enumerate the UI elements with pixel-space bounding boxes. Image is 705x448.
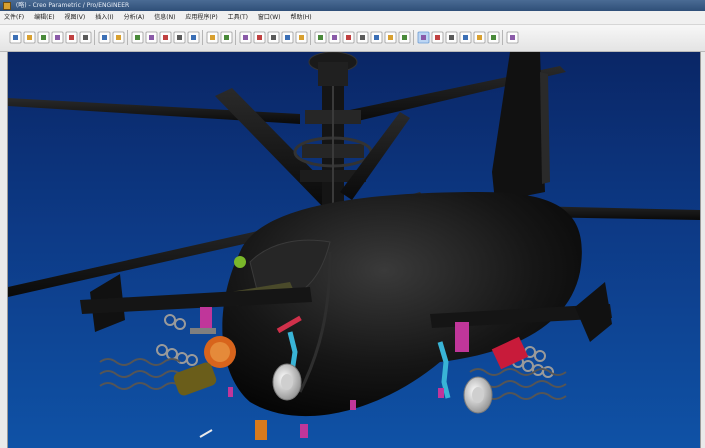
copy2-icon[interactable]: [159, 31, 172, 44]
datum-planes-icon[interactable]: [431, 31, 444, 44]
save-icon[interactable]: [37, 31, 50, 44]
mail-icon[interactable]: [65, 31, 78, 44]
menu-analysis[interactable]: 分析(A): [120, 11, 149, 24]
toolbar-icons: [9, 30, 519, 45]
copy-icon[interactable]: [79, 31, 92, 44]
wireframe-icon[interactable]: [398, 31, 411, 44]
help-icon[interactable]: [506, 31, 519, 44]
right-window-frame: [700, 52, 705, 448]
left-window-frame: [0, 52, 8, 448]
toolbar-separator: [502, 30, 503, 45]
main-toolbar: [0, 25, 705, 52]
spin-center-icon[interactable]: [417, 31, 430, 44]
redo-icon[interactable]: [131, 31, 144, 44]
datum-axes-icon[interactable]: [445, 31, 458, 44]
annotation-icon[interactable]: [487, 31, 500, 44]
zoom-in-icon[interactable]: [267, 31, 280, 44]
rotor-mast: [293, 52, 373, 222]
window-icon[interactable]: [98, 31, 111, 44]
menu-help[interactable]: 帮助(H): [286, 11, 315, 24]
app-window: (略) - Creo Parametric / Pro/ENGINEER 文件(…: [0, 0, 705, 448]
toolbar-separator: [202, 30, 203, 45]
toolbar-separator: [94, 30, 95, 45]
datum-points-icon[interactable]: [459, 31, 472, 44]
menu-tools[interactable]: 工具(T): [224, 11, 252, 24]
appearance-icon[interactable]: [342, 31, 355, 44]
app-icon: [3, 2, 11, 10]
cut-icon[interactable]: [145, 31, 158, 44]
shading-icon[interactable]: [356, 31, 369, 44]
print-icon[interactable]: [51, 31, 64, 44]
helicopter-model[interactable]: [0, 52, 705, 448]
upper-rotor: [8, 66, 566, 206]
hidden-line-icon[interactable]: [370, 31, 383, 44]
menu-view[interactable]: 视图(V): [60, 11, 89, 24]
toolbar-separator: [127, 30, 128, 45]
3d-graphics-window[interactable]: [0, 52, 705, 448]
undo-icon[interactable]: [112, 31, 125, 44]
menu-window[interactable]: 窗口(W): [254, 11, 285, 24]
saved-views-icon[interactable]: [314, 31, 327, 44]
layers-icon[interactable]: [328, 31, 341, 44]
open-icon[interactable]: [23, 31, 36, 44]
no-hidden-icon[interactable]: [384, 31, 397, 44]
paste-special-icon[interactable]: [187, 31, 200, 44]
menu-applications[interactable]: 应用程序(P): [181, 11, 221, 24]
toolbar-separator: [413, 30, 414, 45]
paste-icon[interactable]: [173, 31, 186, 44]
new-icon[interactable]: [9, 31, 22, 44]
select-icon[interactable]: [239, 31, 252, 44]
refit-icon[interactable]: [253, 31, 266, 44]
regenerate-icon[interactable]: [206, 31, 219, 44]
menu-bar: 文件(F) 编辑(E) 视图(V) 插入(I) 分析(A) 信息(N) 应用程序…: [0, 11, 705, 25]
reorient-icon[interactable]: [295, 31, 308, 44]
zoom-out-icon[interactable]: [281, 31, 294, 44]
toolbar-separator: [235, 30, 236, 45]
csys-icon[interactable]: [473, 31, 486, 44]
menu-edit[interactable]: 编辑(E): [30, 11, 58, 24]
title-bar: (略) - Creo Parametric / Pro/ENGINEER: [0, 0, 705, 11]
toolbar-separator: [310, 30, 311, 45]
menu-file[interactable]: 文件(F): [0, 11, 28, 24]
menu-insert[interactable]: 插入(I): [91, 11, 117, 24]
menu-info[interactable]: 信息(N): [150, 11, 179, 24]
window-title: (略) - Creo Parametric / Pro/ENGINEER: [15, 2, 130, 9]
find-icon[interactable]: [220, 31, 233, 44]
